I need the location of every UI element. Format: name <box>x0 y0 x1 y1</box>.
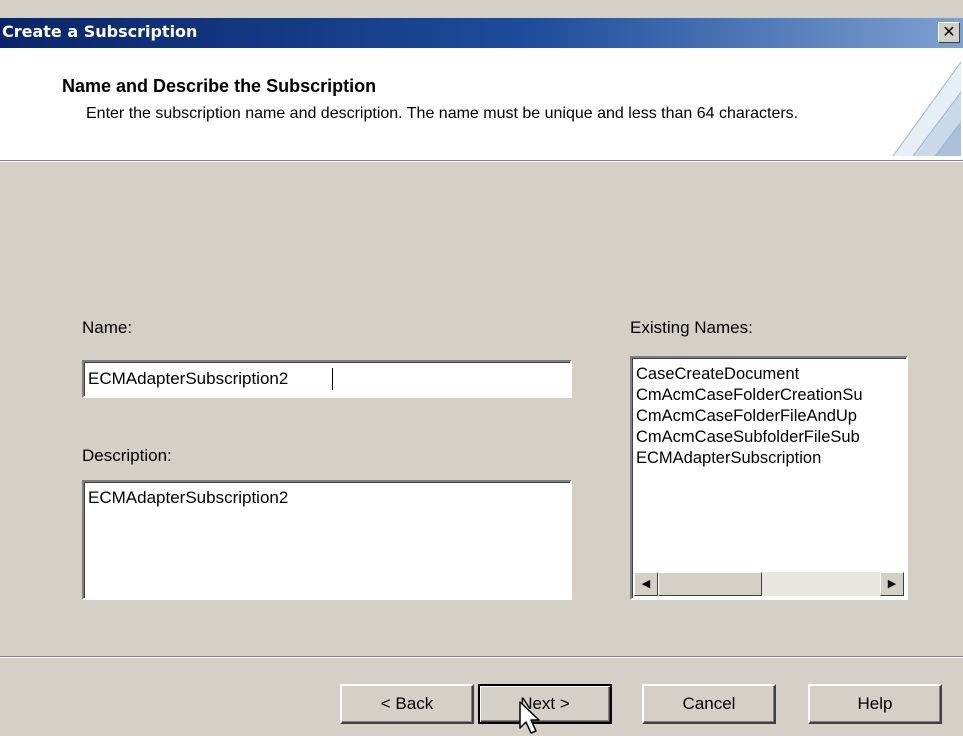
existing-names-label: Existing Names: <box>630 318 753 337</box>
back-button[interactable]: < Back <box>340 684 474 724</box>
list-item[interactable]: CmAcmCaseSubfolderFileSub <box>636 427 906 448</box>
page-description: Enter the subscription name and descript… <box>86 105 799 122</box>
title-bar[interactable]: Create a Subscription ✕ <box>0 18 963 48</box>
scroll-left-arrow-icon: ◀ <box>641 578 651 590</box>
cancel-button[interactable]: Cancel <box>642 684 776 724</box>
list-item[interactable]: CaseCreateDocument <box>636 364 906 385</box>
scroll-thumb[interactable] <box>658 572 762 596</box>
description-field[interactable]: ECMAdapterSubscription2 <box>82 480 572 600</box>
horizontal-scrollbar[interactable]: ◀ ▶ <box>634 572 904 596</box>
name-field[interactable] <box>82 360 572 398</box>
cancel-button-label: Cancel <box>682 694 736 713</box>
scroll-left-button[interactable]: ◀ <box>634 572 658 596</box>
text-caret <box>332 368 333 390</box>
next-button[interactable]: Next > <box>478 684 612 724</box>
scroll-right-arrow-icon: ▶ <box>887 578 897 590</box>
wizard-header-graphic <box>892 61 961 156</box>
footer-divider <box>0 656 963 658</box>
scroll-right-button[interactable]: ▶ <box>880 572 904 596</box>
help-button-label: Help <box>857 694 893 713</box>
list-item[interactable]: CmAcmCaseFolderCreationSu <box>636 385 906 406</box>
name-input[interactable] <box>84 362 570 396</box>
window-title: Create a Subscription <box>2 22 198 41</box>
description-label: Description: <box>82 446 172 465</box>
mouse-pointer-icon <box>519 701 540 734</box>
create-subscription-dialog: Create a Subscription ✕ Name and Describ… <box>0 0 963 736</box>
close-icon: ✕ <box>942 22 956 41</box>
help-button[interactable]: Help <box>808 684 942 724</box>
list-item[interactable]: ECMAdapterSubscription <box>636 448 906 469</box>
back-button-label: < Back <box>380 694 434 713</box>
header-divider <box>0 160 963 162</box>
description-input[interactable]: ECMAdapterSubscription2 <box>84 482 570 598</box>
existing-names-list[interactable]: CaseCreateDocument CmAcmCaseFolderCreati… <box>630 356 908 600</box>
page-title: Name and Describe the Subscription <box>62 76 377 96</box>
list-item[interactable]: CmAcmCaseFolderFileAndUp <box>636 406 906 427</box>
wizard-header: Name and Describe the Subscription Enter… <box>0 48 963 160</box>
close-button[interactable]: ✕ <box>938 22 960 43</box>
name-label: Name: <box>82 318 133 337</box>
